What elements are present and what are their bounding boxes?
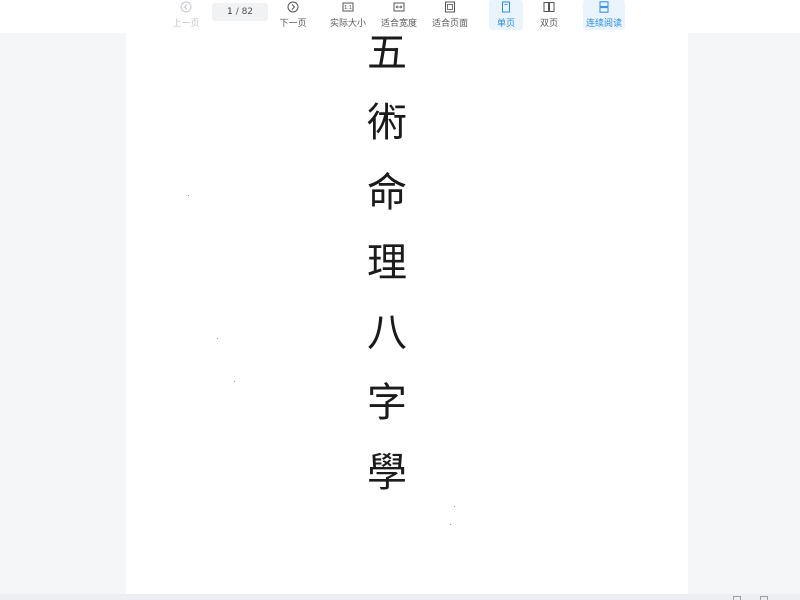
fit-width-button[interactable]: 适合宽度 — [379, 0, 419, 30]
double-page-button[interactable]: 双页 — [532, 0, 566, 30]
actual-size-label: 实际大小 — [329, 19, 366, 29]
book-title-vertical: 五 術 命 理 八 字 學 — [362, 33, 412, 523]
title-char: 字 — [367, 380, 407, 426]
double-page-icon — [543, 2, 555, 12]
title-char: 五 — [367, 30, 407, 76]
page-number-input[interactable]: 1 / 82 — [212, 3, 268, 21]
fit-page-button[interactable]: 适合页面 — [430, 0, 470, 30]
document-viewport[interactable]: 五 術 命 理 八 字 學 — [0, 33, 800, 600]
document-page: 五 術 命 理 八 字 學 — [126, 33, 688, 595]
actual-size-icon: 1:1 — [342, 2, 354, 12]
prev-page-label: 上一页 — [172, 19, 200, 29]
fit-page-label: 适合页面 — [431, 19, 468, 29]
svg-text:1:1: 1:1 — [344, 5, 352, 11]
double-page-label: 双页 — [539, 19, 558, 29]
single-page-label: 单页 — [496, 19, 515, 29]
scan-speck — [234, 381, 235, 382]
chevron-right-circle-icon — [287, 1, 299, 13]
viewer-toolbar: 上一页 1 / 82 下一页 1:1 实际大小 适合宽度 适合页面 单页 双页 … — [0, 0, 800, 33]
title-char: 理 — [367, 240, 407, 286]
bottom-status-bar — [0, 594, 800, 600]
actual-size-button[interactable]: 1:1 实际大小 — [328, 0, 368, 30]
view-mode-icon[interactable] — [733, 596, 741, 600]
single-page-button[interactable]: 单页 — [489, 0, 523, 30]
prev-page-button[interactable]: 上一页 — [170, 0, 202, 30]
fullscreen-icon[interactable] — [760, 596, 768, 600]
continuous-scroll-icon — [599, 1, 609, 13]
scan-speck — [454, 506, 455, 507]
next-page-button[interactable]: 下一页 — [276, 0, 310, 30]
total-pages: / 82 — [235, 7, 254, 17]
continuous-reading-label: 连续阅读 — [585, 19, 622, 29]
next-page-label: 下一页 — [279, 19, 307, 29]
chevron-left-circle-icon — [180, 1, 192, 13]
fit-width-label: 适合宽度 — [380, 19, 417, 29]
title-char: 學 — [367, 450, 407, 496]
single-page-icon — [502, 1, 510, 13]
scan-speck — [450, 524, 451, 525]
continuous-reading-button[interactable]: 连续阅读 — [583, 0, 625, 30]
scan-speck — [217, 338, 218, 339]
scan-speck — [188, 195, 189, 196]
fit-width-icon — [393, 2, 405, 12]
current-page-value[interactable]: 1 — [227, 7, 233, 17]
title-char: 命 — [367, 170, 407, 216]
title-char: 術 — [367, 100, 407, 146]
title-char: 八 — [367, 310, 407, 356]
fit-page-icon — [445, 1, 455, 13]
